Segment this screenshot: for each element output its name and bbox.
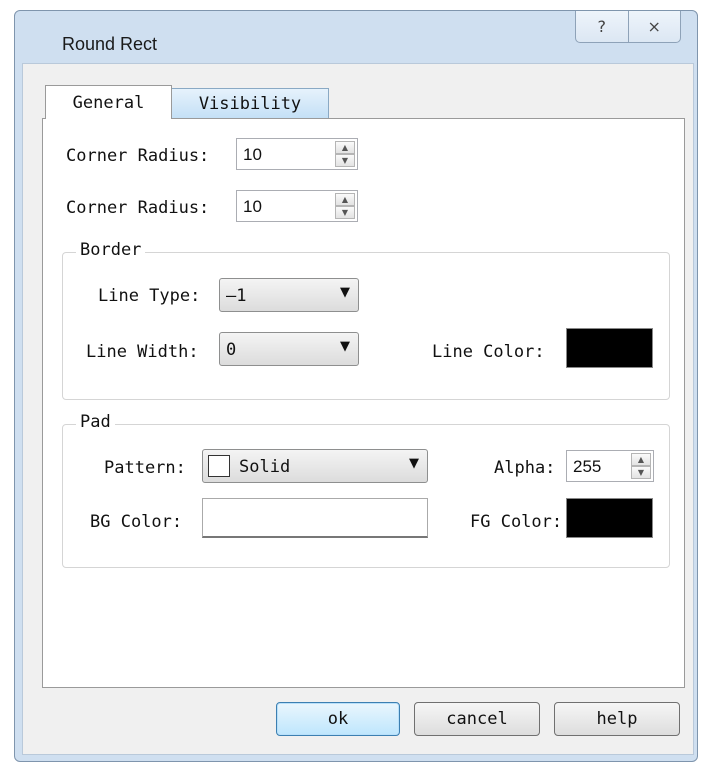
question-mark-icon[interactable]: ? — [576, 11, 628, 42]
line-width-dropdown[interactable]: 0 ▼ — [219, 332, 359, 366]
line-color-swatch[interactable] — [566, 328, 653, 368]
pattern-preview-icon — [208, 455, 230, 477]
tab-visibility[interactable]: Visibility — [171, 88, 329, 118]
border-group — [62, 252, 670, 400]
alpha-label: Alpha: — [494, 458, 556, 478]
line-type-value: —1 — [226, 286, 247, 306]
dropdown-arrow-icon: ▼ — [409, 456, 419, 471]
border-group-title: Border — [76, 240, 146, 260]
alpha-value: 255 — [573, 457, 602, 476]
line-width-label: Line Width: — [86, 342, 199, 362]
spin-down-icon[interactable]: ▼ — [335, 206, 355, 219]
line-width-value: 0 — [226, 340, 237, 360]
spin-arrows: ▲ ▼ — [335, 141, 355, 167]
line-type-label: Line Type: — [98, 286, 201, 306]
pad-group — [62, 424, 670, 568]
help-button[interactable]: help — [554, 702, 680, 736]
spin-arrows: ▲ ▼ — [631, 453, 651, 479]
corner-radius-spinbox[interactable]: 10 ▲ ▼ — [236, 138, 358, 170]
corner-radius-label: Corner Radius: — [66, 146, 210, 166]
spin-up-icon[interactable]: ▲ — [631, 453, 651, 466]
corner-radius-spinbox-2[interactable]: 10 ▲ ▼ — [236, 190, 358, 222]
bg-color-label: BG Color: — [90, 512, 183, 532]
pattern-dropdown[interactable]: Solid ▼ — [202, 449, 428, 483]
fg-color-label: FG Color: — [470, 512, 563, 532]
corner-radius-value: 10 — [243, 145, 262, 164]
spin-down-icon[interactable]: ▼ — [335, 154, 355, 167]
dropdown-arrow-icon: ▼ — [340, 339, 350, 354]
corner-radius-label-2: Corner Radius: — [66, 198, 210, 218]
corner-radius-value-2: 10 — [243, 197, 262, 216]
cancel-button[interactable]: cancel — [414, 702, 540, 736]
caption-buttons: ? ⨯ — [575, 11, 681, 43]
pattern-value: Solid — [239, 457, 291, 477]
alpha-spinbox[interactable]: 255 ▲ ▼ — [566, 450, 654, 482]
spin-arrows: ▲ ▼ — [335, 193, 355, 219]
pattern-label: Pattern: — [104, 458, 186, 478]
spin-down-icon[interactable]: ▼ — [631, 466, 651, 479]
spin-up-icon[interactable]: ▲ — [335, 193, 355, 206]
dialog-title: Round Rect — [62, 34, 158, 54]
line-color-label: Line Color: — [432, 342, 545, 362]
fg-color-swatch[interactable] — [566, 498, 653, 538]
spin-up-icon[interactable]: ▲ — [335, 141, 355, 154]
dropdown-arrow-icon: ▼ — [340, 285, 350, 300]
pad-group-title: Pad — [76, 412, 115, 432]
close-x-icon[interactable]: ⨯ — [627, 11, 681, 42]
line-type-dropdown[interactable]: —1 ▼ — [219, 278, 359, 312]
ok-button[interactable]: ok — [276, 702, 400, 736]
bg-color-swatch[interactable] — [202, 498, 428, 538]
tab-general[interactable]: General — [45, 85, 172, 119]
